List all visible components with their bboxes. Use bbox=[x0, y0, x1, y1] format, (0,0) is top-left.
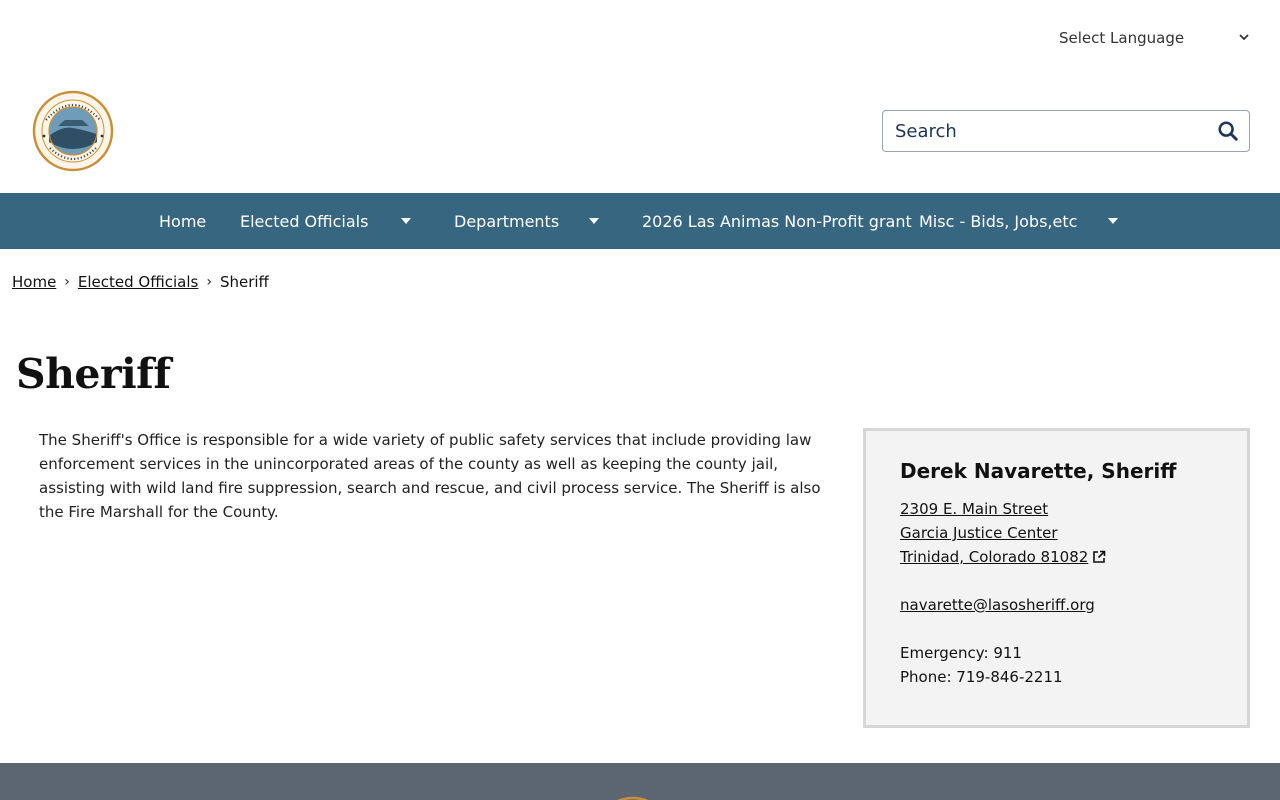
search-icon bbox=[1218, 121, 1238, 141]
nav-item-departments[interactable]: Departments bbox=[454, 193, 559, 249]
caret-down-icon bbox=[589, 218, 599, 224]
breadcrumb: Home › Elected Officials › Sheriff bbox=[12, 273, 269, 291]
footer bbox=[0, 763, 1280, 800]
external-link-icon bbox=[1093, 550, 1106, 563]
nav-item-misc[interactable]: Misc - Bids, Jobs,etc bbox=[919, 193, 1077, 249]
nav-item-elected-officials[interactable]: Elected Officials bbox=[240, 193, 368, 249]
nav-dropdown-elected-officials[interactable] bbox=[396, 193, 416, 249]
address-line-3[interactable]: Trinidad, Colorado 81082 bbox=[900, 548, 1088, 566]
nav-item-non-profit-grant[interactable]: 2026 Las Animas Non-Profit grant bbox=[642, 193, 912, 249]
nav-dropdown-misc[interactable] bbox=[1103, 193, 1123, 249]
search-button[interactable] bbox=[1207, 111, 1249, 151]
breadcrumb-home[interactable]: Home bbox=[12, 273, 56, 291]
chevron-down-icon bbox=[1238, 29, 1250, 47]
page-title: Sheriff bbox=[16, 350, 171, 398]
footer-seal-icon bbox=[617, 796, 649, 800]
nav-dropdown-departments[interactable] bbox=[584, 193, 604, 249]
search-input[interactable] bbox=[883, 111, 1207, 151]
nav-item-home[interactable]: Home bbox=[159, 193, 206, 249]
breadcrumb-separator-icon: › bbox=[206, 274, 212, 290]
contact-card: Derek Navarette, Sheriff 2309 E. Main St… bbox=[863, 428, 1250, 728]
emergency-number: Emergency: 911 bbox=[900, 644, 1022, 662]
search-box bbox=[882, 110, 1250, 152]
address-line-1[interactable]: 2309 E. Main Street bbox=[900, 500, 1048, 518]
intro-paragraph: The Sheriff's Office is responsible for … bbox=[39, 431, 821, 521]
caret-down-icon bbox=[401, 218, 411, 224]
contact-name: Derek Navarette, Sheriff bbox=[900, 459, 1177, 483]
phone-number: Phone: 719-846-2211 bbox=[900, 668, 1063, 686]
email-link[interactable]: navarette@lasosheriff.org bbox=[900, 596, 1095, 614]
breadcrumb-current: Sheriff bbox=[219, 273, 269, 291]
county-logo[interactable] bbox=[32, 90, 114, 172]
caret-down-icon bbox=[1108, 218, 1118, 224]
address-line-2[interactable]: Garcia Justice Center bbox=[900, 524, 1058, 542]
language-select[interactable]: Select Language bbox=[1046, 22, 1258, 54]
breadcrumb-separator-icon: › bbox=[64, 274, 70, 290]
language-select-label: Select Language bbox=[1059, 29, 1185, 47]
breadcrumb-elected-officials[interactable]: Elected Officials bbox=[78, 273, 198, 291]
main-nav: Home Elected Officials Departments 2026 … bbox=[0, 193, 1280, 249]
